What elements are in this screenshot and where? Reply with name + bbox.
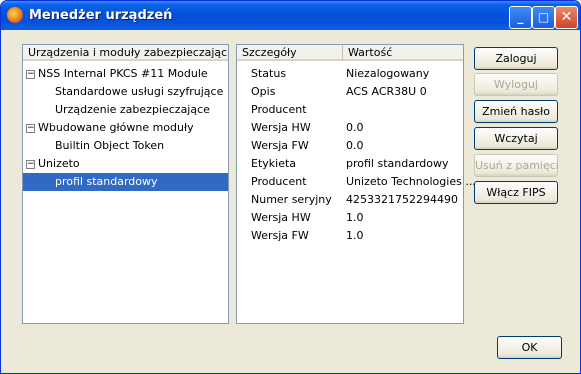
detail-name: Producent <box>251 103 307 116</box>
detail-value: profil standardowy <box>346 157 449 170</box>
maximize-button[interactable]: □ <box>532 6 555 29</box>
detail-value: 4253321752294490 <box>346 193 458 206</box>
details-value-header[interactable]: Wartość <box>343 45 463 61</box>
tree-item-label: NSS Internal PKCS #11 Module <box>38 67 208 80</box>
detail-name: Wersja HW <box>251 211 311 224</box>
device-tree[interactable]: Urządzenia i moduły zabezpieczające − NS… <box>22 44 229 324</box>
detail-value: 0.0 <box>346 139 364 152</box>
collapse-icon[interactable]: − <box>26 160 35 169</box>
enable-fips-button[interactable]: Włącz FIPS <box>474 181 558 204</box>
login-button[interactable]: Zaloguj <box>474 47 558 70</box>
tree-item-label: profil standardowy <box>55 175 158 188</box>
unload-button[interactable]: Usuń z pamięci <box>474 154 559 177</box>
tree-item-unizeto[interactable]: − Unizeto <box>23 155 228 173</box>
tree-item-label: Wbudowane główne moduły <box>38 121 194 134</box>
window-title: Menedżer urządzeń <box>29 8 173 23</box>
tree-item-crypto-services[interactable]: Standardowe usługi szyfrujące <box>23 83 228 101</box>
detail-value: Niezalogowany <box>346 67 430 80</box>
detail-name: Wersja FW <box>251 229 309 242</box>
details-panel[interactable]: Szczegóły Wartość Status Niezalogowany O… <box>236 44 476 324</box>
details-name-header[interactable]: Szczegóły <box>237 45 343 61</box>
ok-button[interactable]: OK <box>497 336 562 359</box>
close-button[interactable]: ✕ <box>555 6 578 29</box>
tree-item-label: Standardowe usługi szyfrujące <box>55 85 224 98</box>
minimize-button[interactable]: _ <box>509 6 532 29</box>
detail-value: Unizeto Technologies ... <box>346 175 476 188</box>
device-manager-window: Menedżer urządzeń _ □ ✕ Urządzenia i mod… <box>0 0 581 374</box>
collapse-icon[interactable]: − <box>26 124 35 133</box>
detail-value: 0.0 <box>346 121 364 134</box>
detail-name: Wersja FW <box>251 139 309 152</box>
detail-value: 1.0 <box>346 211 364 224</box>
detail-name: Etykieta <box>251 157 297 170</box>
tree-item-builtin-token[interactable]: Builtin Object Token <box>23 137 228 155</box>
tree-item-label: Urządzenie zabezpieczające <box>55 103 210 116</box>
collapse-icon[interactable]: − <box>26 70 35 79</box>
detail-value: 1.0 <box>346 229 364 242</box>
firefox-icon <box>7 7 23 23</box>
detail-name: Status <box>251 67 287 80</box>
tree-item-nss-module[interactable]: − NSS Internal PKCS #11 Module <box>23 65 228 83</box>
title-bar[interactable]: Menedżer urządzeń _ □ ✕ <box>1 1 580 30</box>
detail-name: Opis <box>251 85 276 98</box>
detail-name: Numer seryjny <box>251 193 332 206</box>
tree-column-header[interactable]: Urządzenia i moduły zabezpieczające <box>23 45 228 61</box>
tree-item-builtin-modules[interactable]: − Wbudowane główne moduły <box>23 119 228 137</box>
tree-item-profile-standard[interactable]: profil standardowy <box>23 173 228 191</box>
detail-name: Wersja HW <box>251 121 311 134</box>
detail-value: ACS ACR38U 0 <box>346 85 427 98</box>
tree-item-label: Unizeto <box>38 157 80 170</box>
logout-button[interactable]: Wyloguj <box>474 73 558 96</box>
tree-item-label: Builtin Object Token <box>55 139 165 152</box>
load-button[interactable]: Wczytaj <box>474 127 558 150</box>
detail-name: Producent <box>251 175 307 188</box>
change-password-button[interactable]: Zmień hasło <box>474 100 558 123</box>
tree-item-security-device[interactable]: Urządzenie zabezpieczające <box>23 101 228 119</box>
